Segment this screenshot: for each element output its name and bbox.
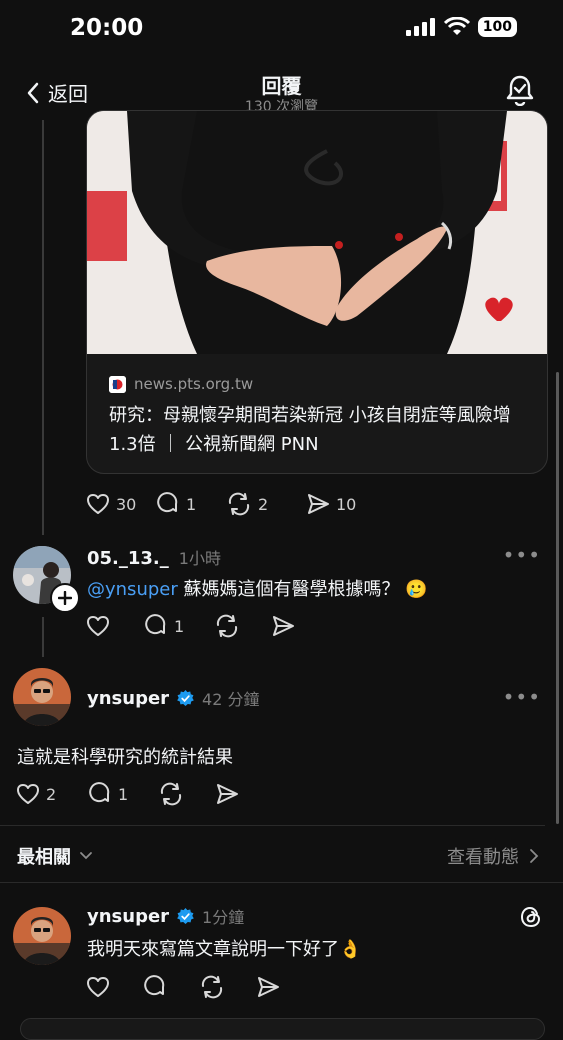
send-icon (217, 784, 238, 804)
page-title: 回覆 (261, 74, 302, 98)
reply-button[interactable]: 1 (88, 782, 158, 806)
heart-icon (87, 616, 109, 636)
link-preview-image (87, 111, 547, 354)
like-button[interactable] (86, 615, 144, 637)
repost-count: 2 (258, 494, 269, 514)
share-button[interactable] (256, 976, 280, 998)
plus-icon (58, 591, 72, 605)
share-button[interactable] (215, 783, 239, 805)
username[interactable]: ynsuper (87, 688, 169, 709)
reply-button[interactable]: 1 (144, 614, 214, 638)
heart-icon (87, 977, 109, 997)
avatar-image (13, 668, 71, 726)
reply-button[interactable]: 1 (156, 492, 226, 516)
avatar-image (13, 907, 71, 965)
reply3-action-row (86, 975, 280, 999)
bell-check-icon (506, 75, 534, 107)
reply-composer[interactable] (20, 1018, 545, 1040)
timestamp: 1小時 (178, 549, 221, 568)
link-headline: 研究：母親懷孕期間若染新冠 小孩自閉症等風險增1.3倍 ｜ 公視新聞網 PNN (109, 405, 511, 455)
share-count: 10 (336, 494, 357, 514)
threads-logo-icon[interactable] (519, 904, 543, 934)
share-button[interactable] (271, 615, 295, 637)
like-count: 30 (116, 494, 137, 514)
repost-button[interactable] (199, 975, 256, 999)
status-icons: 100 (405, 17, 517, 37)
repost-icon (160, 782, 182, 806)
thread-line (42, 120, 44, 535)
comment-icon (145, 614, 166, 635)
post-action-row: 30 1 2 10 (86, 492, 356, 516)
reply-button[interactable] (143, 975, 199, 999)
reply-count: 1 (174, 616, 185, 636)
notification-bell-button[interactable] (505, 74, 535, 110)
reply-count: 1 (118, 784, 129, 804)
reply1-header: 05._13._ 1小時 (87, 545, 221, 569)
send-icon (273, 616, 294, 636)
preview-photo (87, 111, 547, 354)
repost-button[interactable]: 2 (226, 492, 306, 516)
like-button[interactable]: 2 (16, 783, 88, 805)
chevron-right-icon (530, 849, 539, 863)
reply-text: @ynsuper 蘇媽媽這個有醫學根據嗎？ 🥲 (87, 575, 428, 601)
repost-icon (228, 492, 250, 516)
thread-line (42, 617, 44, 657)
send-icon (258, 977, 279, 997)
battery-indicator: 100 (477, 17, 517, 37)
follow-button[interactable] (50, 583, 80, 613)
signal-icon (405, 18, 435, 36)
timestamp: 1分鐘 (202, 908, 245, 927)
comment-icon (157, 492, 178, 513)
wifi-icon (443, 17, 470, 35)
avatar[interactable] (13, 907, 71, 965)
avatar[interactable] (13, 668, 71, 726)
divider (0, 882, 563, 883)
verified-badge-icon (177, 689, 194, 706)
sort-label: 最相關 (17, 847, 71, 868)
status-time: 20:00 (70, 15, 144, 41)
repost-icon (216, 614, 238, 638)
like-button[interactable]: 30 (86, 493, 156, 515)
reply2-header: ynsuper 42 分鐘 (87, 686, 260, 710)
view-activity-link[interactable]: 查看動態 (447, 843, 539, 869)
view-activity-label: 查看動態 (447, 847, 519, 868)
mention-link[interactable]: @ynsuper (87, 579, 178, 600)
chevron-down-icon (80, 852, 92, 860)
scrollbar[interactable] (556, 372, 559, 824)
verified-badge-icon (177, 907, 194, 924)
more-options-button[interactable]: ••• (503, 543, 541, 567)
username[interactable]: ynsuper (87, 906, 169, 927)
reply-body: 蘇媽媽這個有醫學根據嗎？ 🥲 (177, 579, 428, 600)
link-domain-row: news.pts.org.tw (109, 375, 253, 393)
comment-icon (144, 975, 165, 996)
reply3-header: ynsuper 1分鐘 (87, 904, 244, 928)
send-icon (308, 494, 329, 514)
more-options-button[interactable]: ••• (503, 685, 541, 709)
share-button[interactable]: 10 (306, 493, 356, 515)
timestamp: 42 分鐘 (202, 690, 260, 709)
reply-text: 這就是科學研究的統計結果 (17, 747, 233, 768)
repost-button[interactable] (158, 782, 215, 806)
repost-icon (201, 975, 223, 999)
pts-logo-icon (109, 375, 126, 393)
reply-count: 1 (186, 494, 197, 514)
reply2-action-row: 2 1 (16, 782, 239, 806)
link-preview-card[interactable]: news.pts.org.tw 研究：母親懷孕期間若染新冠 小孩自閉症等風險增1… (86, 110, 548, 474)
like-button[interactable] (86, 976, 143, 998)
reply1-action-row: 1 (86, 614, 295, 638)
divider (0, 825, 545, 826)
heart-icon (87, 494, 109, 514)
comment-icon (89, 782, 110, 803)
link-domain: news.pts.org.tw (134, 375, 254, 393)
username[interactable]: 05._13._ (87, 548, 169, 569)
sort-dropdown[interactable]: 最相關 (17, 843, 93, 869)
heart-icon (17, 784, 39, 804)
repost-button[interactable] (214, 614, 271, 638)
like-count: 2 (46, 784, 57, 804)
reply-text: 我明天來寫篇文章說明一下好了👌 (87, 939, 362, 960)
